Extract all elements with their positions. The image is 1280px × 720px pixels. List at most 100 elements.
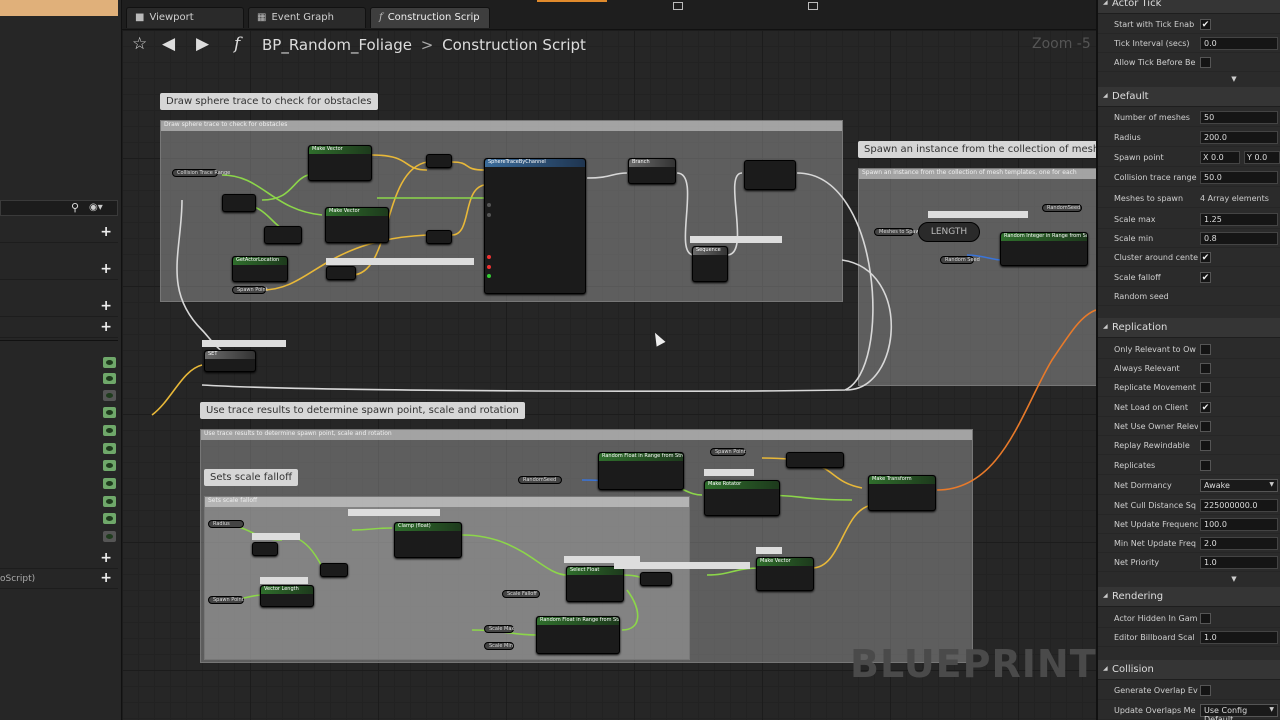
net-use-owner-relevancy-checkbox[interactable] — [1200, 421, 1211, 432]
math-node[interactable] — [252, 542, 278, 556]
add-node[interactable] — [326, 266, 356, 280]
actor-hidden-in-game-checkbox[interactable] — [1200, 613, 1211, 624]
variable-visibility-icon[interactable] — [103, 460, 116, 471]
add-node[interactable] — [426, 154, 452, 168]
math-node[interactable] — [320, 563, 348, 577]
section-row-variables[interactable]: + — [0, 318, 118, 338]
var-scale-min[interactable]: Scale Min — [484, 642, 514, 650]
variable-visibility-icon[interactable] — [103, 496, 116, 507]
section-row-functions[interactable]: + — [0, 260, 118, 280]
collision-trace-range-field[interactable]: 50.0 — [1200, 171, 1278, 184]
section-row-graphs[interactable]: + — [0, 223, 118, 243]
set-spawn-node[interactable]: SET — [204, 350, 256, 372]
math-node[interactable] — [222, 194, 256, 212]
var-spawn-point[interactable]: Spawn Point — [208, 596, 244, 604]
section-replication[interactable]: Replication — [1098, 318, 1280, 338]
radius-field[interactable]: 200.0 — [1200, 131, 1278, 144]
section-default[interactable]: Default — [1098, 87, 1280, 107]
make-rotator-node[interactable]: Make Rotator — [704, 480, 780, 516]
update-overlaps-method-dropdown[interactable]: Use Config Default — [1200, 704, 1278, 720]
replay-rewindable-checkbox[interactable] — [1200, 440, 1211, 451]
float-window-icon[interactable] — [673, 2, 683, 10]
variable-visibility-icon[interactable] — [103, 513, 116, 524]
length-node[interactable]: LENGTH — [918, 222, 980, 242]
var-radius[interactable]: Radius — [208, 520, 244, 528]
always-relevant-checkbox[interactable] — [1200, 363, 1211, 374]
tick-interval-field[interactable]: 0.0 — [1200, 37, 1278, 50]
net-dormancy-dropdown[interactable]: Awake — [1200, 479, 1278, 492]
variable-visibility-icon[interactable] — [103, 373, 116, 384]
replicate-movement-checkbox[interactable] — [1200, 382, 1211, 393]
var-scale-falloff[interactable]: Scale Falloff — [502, 590, 540, 598]
var-random-seed[interactable]: Random Seed — [940, 256, 980, 264]
add-function-icon[interactable]: + — [100, 262, 112, 276]
add-variable-icon[interactable]: + — [100, 320, 112, 334]
allow-tick-before-checkbox[interactable] — [1200, 57, 1211, 68]
scale-max-field[interactable]: 1.25 — [1200, 213, 1278, 226]
only-relevant-to-owner-checkbox[interactable] — [1200, 344, 1211, 355]
number-of-meshes-field[interactable]: 50 — [1200, 111, 1278, 124]
spawn-point-y-field[interactable]: Y 0.0 — [1244, 151, 1280, 164]
expand-advanced-icon[interactable]: ▼ — [1228, 75, 1240, 83]
var-collision-trace-range[interactable]: Collision Trace Range — [172, 169, 230, 177]
section-row-dispatchers[interactable]: + — [0, 549, 118, 569]
var-random-seed[interactable]: RandomSeed — [518, 476, 562, 484]
net-load-on-client-checkbox[interactable]: ✔ — [1200, 402, 1211, 413]
variable-visibility-icon[interactable] — [103, 407, 116, 418]
var-meshes-to-spawn[interactable]: Meshes to Spawn — [874, 228, 923, 236]
random-integer-node[interactable]: Random Integer in Range from Stream — [1000, 232, 1088, 266]
replicates-checkbox[interactable] — [1200, 460, 1211, 471]
section-actor-tick[interactable]: Actor Tick — [1098, 0, 1280, 14]
select-float-node[interactable]: Select Float — [566, 566, 624, 602]
vector-length-node[interactable]: Vector Length — [260, 585, 314, 607]
variable-visibility-icon[interactable] — [103, 425, 116, 436]
start-with-tick-checkbox[interactable]: ✔ — [1200, 19, 1211, 30]
variable-visibility-icon[interactable] — [103, 443, 116, 454]
search-icon[interactable]: ⚲ — [71, 202, 83, 214]
variable-visibility-icon[interactable] — [103, 390, 116, 401]
add-macro-icon[interactable]: + — [100, 299, 112, 313]
var-random-seed[interactable]: RandomSeed — [1042, 204, 1082, 212]
net-update-frequency-field[interactable]: 100.0 — [1200, 518, 1278, 531]
variable-visibility-icon[interactable] — [103, 531, 116, 542]
variable-visibility-icon[interactable] — [103, 478, 116, 489]
random-float-stream-node[interactable]: Random Float in Range from Stream — [598, 452, 684, 490]
make-vector-node[interactable]: Make Vector — [308, 145, 372, 181]
break-vector-node[interactable] — [786, 452, 844, 468]
tab-viewport[interactable]: ■ Viewport — [126, 7, 244, 28]
tab-event-graph[interactable]: ▦ Event Graph — [248, 7, 366, 28]
make-transform-node[interactable]: Make Transform — [868, 475, 936, 511]
add-graph-icon[interactable]: + — [100, 225, 112, 239]
add-node[interactable] — [426, 230, 452, 244]
expand-advanced-icon[interactable]: ▼ — [1228, 575, 1240, 583]
blueprint-graph-canvas[interactable]: ☆ ◀ ▶ f BP_Random_Foliage > Construction… — [122, 30, 1096, 720]
add-dispatcher-icon[interactable]: + — [100, 551, 112, 565]
clamp-float-node[interactable]: Clamp (float) — [394, 522, 462, 558]
float-window-icon[interactable] — [808, 2, 818, 10]
math-node[interactable] — [264, 226, 302, 244]
min-net-update-freq-field[interactable]: 2.0 — [1200, 537, 1278, 550]
scale-min-field[interactable]: 0.8 — [1200, 232, 1278, 245]
section-collision[interactable]: Collision — [1098, 660, 1280, 680]
editor-billboard-scale-field[interactable]: 1.0 — [1200, 631, 1278, 644]
var-spawn-point[interactable]: Spawn Point — [710, 448, 746, 456]
section-row-macros[interactable]: + — [0, 297, 118, 317]
branch-node[interactable]: Branch — [628, 158, 676, 184]
sphere-trace-node[interactable]: SphereTraceByChannel — [484, 158, 586, 294]
net-priority-field[interactable]: 1.0 — [1200, 556, 1278, 569]
multiply-node[interactable] — [640, 572, 672, 586]
generate-overlap-events-checkbox[interactable] — [1200, 685, 1211, 696]
make-vector-node[interactable]: Make Vector — [325, 207, 389, 243]
search-input[interactable]: ⚲ ◉▾ — [0, 200, 118, 216]
make-vector-node[interactable]: Make Vector — [756, 557, 814, 591]
sequence-node[interactable]: Sequence — [692, 246, 728, 282]
section-rendering[interactable]: Rendering — [1098, 587, 1280, 607]
net-cull-distance-field[interactable]: 225000000.0 — [1200, 499, 1278, 512]
select-node[interactable] — [744, 160, 796, 190]
add-local-variable-icon[interactable]: + — [100, 571, 112, 585]
view-options-icon[interactable]: ◉▾ — [89, 202, 103, 213]
section-row-local[interactable]: oScript) + — [0, 569, 118, 589]
scale-falloff-checkbox[interactable]: ✔ — [1200, 272, 1211, 283]
variable-visibility-icon[interactable] — [103, 357, 116, 368]
var-scale-max[interactable]: Scale Max — [484, 625, 514, 633]
